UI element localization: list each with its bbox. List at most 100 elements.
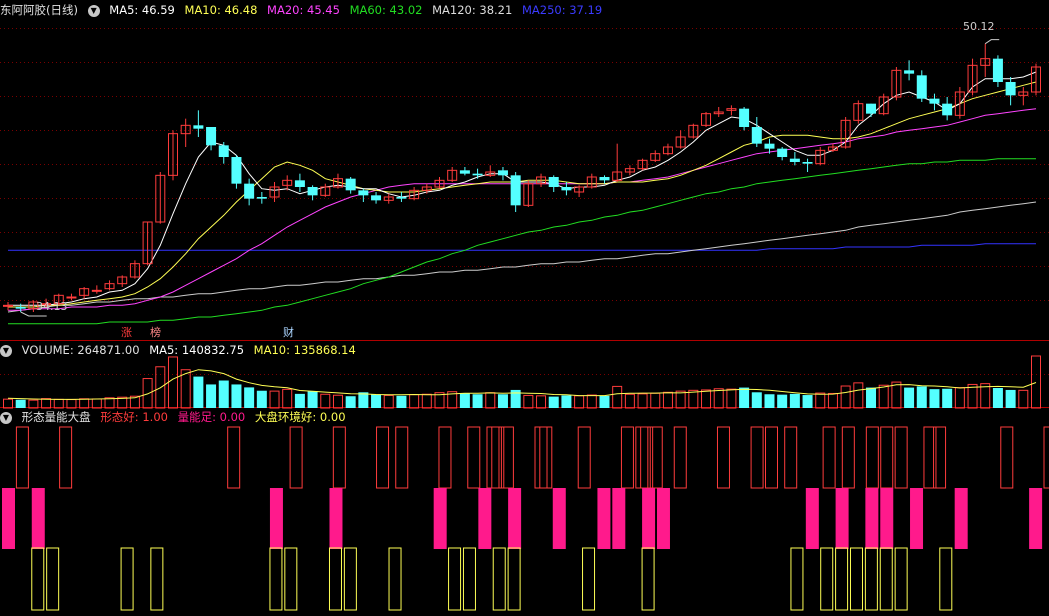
volume-bar <box>28 399 39 409</box>
volume-bar <box>815 392 826 409</box>
market-signal-bar <box>879 547 893 611</box>
volume-bar <box>307 391 318 408</box>
event-marker-list[interactable]: 榜 <box>150 327 161 339</box>
formation-signal-bar <box>750 426 764 489</box>
volume-bar <box>142 378 153 409</box>
formation-signal-bar <box>923 426 937 489</box>
candle <box>497 170 508 176</box>
volume-label: VOLUME: 264871.00 <box>21 343 140 357</box>
event-marker-finance[interactable]: 财 <box>283 327 294 339</box>
volume-bar <box>231 384 242 408</box>
ma10-line <box>8 81 1037 308</box>
volume-bar <box>878 384 889 409</box>
volume-bar <box>1018 389 1029 409</box>
volume-signal-bar <box>805 488 819 549</box>
formation-signal-bar <box>376 426 390 489</box>
candle <box>218 145 229 157</box>
market-signal-bar <box>388 547 402 611</box>
volume-signal-bar <box>642 488 656 549</box>
formation-signal-bar <box>438 426 452 489</box>
volume-bar <box>421 393 432 409</box>
volume-bar <box>713 388 724 409</box>
volume-bar <box>891 381 902 409</box>
ma120-label: MA120: 38.21 <box>432 3 513 17</box>
volume-bar <box>866 387 877 408</box>
candle <box>307 187 318 196</box>
formation-signal-bar <box>649 426 663 489</box>
volume-bar <box>459 393 470 408</box>
dropdown-icon[interactable]: ▼ <box>87 4 100 17</box>
volume-signal-bar <box>910 488 924 549</box>
dropdown-icon[interactable]: ▼ <box>0 411 12 424</box>
formation-signal-bar <box>880 426 894 489</box>
kline-chart[interactable] <box>0 0 1049 616</box>
candle <box>371 195 382 201</box>
volume-bar <box>954 387 965 409</box>
volume-bar <box>827 392 838 409</box>
formation-signal-bar <box>534 426 548 489</box>
volume-bar <box>637 393 648 409</box>
stock-title[interactable]: 东阿阿胶(日线) <box>0 3 78 17</box>
low-price-label: 34.13 <box>36 300 68 313</box>
candle <box>929 98 940 104</box>
volume-bar <box>1005 389 1016 408</box>
volume-signal-bar <box>597 488 611 549</box>
formation-signal-bar <box>716 426 730 489</box>
formation-signal-bar <box>491 426 505 489</box>
market-env-label: 大盘环境好: 0.00 <box>254 410 346 424</box>
volume-signal-bar <box>433 488 447 549</box>
volume-bar <box>789 393 800 408</box>
candle <box>244 183 255 199</box>
candle <box>751 127 762 144</box>
volume-bar <box>574 395 585 409</box>
candle <box>764 143 775 149</box>
volume-bar <box>650 392 661 409</box>
volume-bar <box>269 390 280 409</box>
volume-header: ▼ VOLUME: 264871.00 MA5: 140832.75 MA10:… <box>0 341 362 359</box>
market-signal-bar <box>150 547 164 611</box>
volume-signal-bar <box>835 488 849 549</box>
volume-bar <box>256 390 267 408</box>
formation-label: 形态好: 1.00 <box>100 410 168 424</box>
volume-bar <box>294 393 305 408</box>
candle <box>206 127 217 146</box>
volume-bar <box>561 395 572 408</box>
market-signal-bar <box>820 547 834 611</box>
formation-signal-bar <box>15 426 29 489</box>
formation-signal-bar <box>332 426 346 489</box>
volume-bar <box>332 394 343 409</box>
market-signal-bar <box>641 547 655 611</box>
formation-signal-bar <box>784 426 798 489</box>
market-signal-bar <box>492 547 506 611</box>
volume-bar <box>167 356 178 409</box>
volume-bar <box>244 387 255 408</box>
candle <box>916 75 927 99</box>
volume-signal-bar <box>508 488 522 549</box>
volume-bar <box>371 394 382 408</box>
market-signal-bar <box>507 547 521 611</box>
market-signal-bar <box>343 547 357 611</box>
candle <box>1005 82 1016 96</box>
indicator-name: 形态量能大盘 <box>21 410 91 424</box>
volume-bar <box>599 395 610 408</box>
candle <box>904 70 915 74</box>
volume-bar <box>3 398 13 409</box>
event-marker-up[interactable]: 涨 <box>121 327 132 339</box>
formation-signal-bar <box>620 426 634 489</box>
volume-bar <box>612 385 623 409</box>
volume-bar <box>91 398 102 409</box>
volume-bar <box>41 398 52 409</box>
candle <box>777 148 788 157</box>
candle <box>15 307 26 309</box>
dropdown-icon[interactable]: ▼ <box>0 344 12 357</box>
volume-bar <box>383 394 394 409</box>
ma10-label: MA10: 46.48 <box>184 3 258 17</box>
candle <box>789 158 800 162</box>
ma250-label: MA250: 37.19 <box>521 3 603 17</box>
volume-signal-bar <box>656 488 670 549</box>
candle <box>3 304 13 307</box>
volume-signal-bar <box>880 488 894 549</box>
volume-bar <box>345 396 356 408</box>
main-header: 东阿阿胶(日线) ▼ MA5: 46.59 MA10: 46.48 MA20: … <box>0 1 608 19</box>
volume-signal-bar <box>865 488 879 549</box>
